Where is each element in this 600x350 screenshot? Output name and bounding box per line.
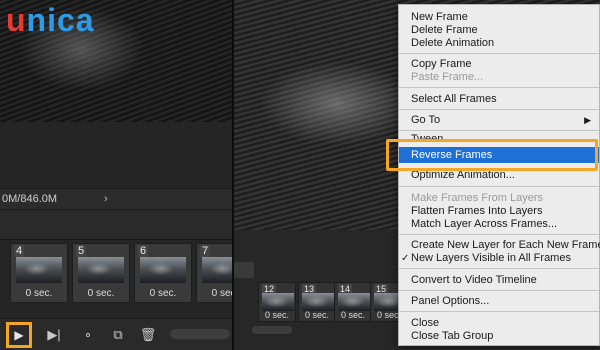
frame-thumbnail <box>78 257 124 283</box>
frame-strip: 4 0 sec. 5 0 sec. 6 0 sec. 7 0 sec. <box>0 243 232 303</box>
frame-thumbnail <box>302 293 334 311</box>
menu-separator <box>399 234 599 235</box>
unica-logo: unica <box>6 2 95 39</box>
timeline-scrollbar[interactable] <box>252 326 292 334</box>
frame-delay[interactable]: 0 sec. <box>73 288 129 299</box>
animation-frame[interactable]: 13 0 sec. <box>298 282 336 322</box>
animation-frame[interactable]: 7 0 sec. <box>196 243 232 303</box>
menu-separator <box>399 109 599 110</box>
timeline-control[interactable] <box>234 262 254 278</box>
frame-thumbnail <box>262 293 294 311</box>
menu-separator <box>399 53 599 54</box>
frame-thumbnail <box>338 293 370 311</box>
menu-item-close[interactable]: Close <box>399 317 599 330</box>
logo-letter-u: u <box>6 2 27 38</box>
reverse-frames-highlight <box>386 139 598 171</box>
menu-separator <box>399 268 599 269</box>
frame-delay[interactable]: 0 sec. <box>259 310 295 320</box>
delete-frame-button[interactable]: 🗑 <box>138 325 158 345</box>
frame-number: 4 <box>14 245 25 257</box>
tween-button[interactable]: ∘ <box>78 325 98 345</box>
tween-icon: ∘ <box>83 327 93 342</box>
trash-icon: 🗑 <box>139 327 157 342</box>
submenu-arrow-icon: ▶ <box>584 115 591 125</box>
new-layers-visible-label: New Layers Visible in All Frames <box>411 252 571 264</box>
frame-thumbnail <box>140 257 186 283</box>
memory-status: 0M/846.0M <box>2 193 58 205</box>
menu-item-flatten-frames[interactable]: Flatten Frames Into Layers <box>399 205 599 218</box>
menu-item-create-new-layer[interactable]: Create New Layer for Each New Frame <box>399 239 600 252</box>
animation-frame[interactable]: 5 0 sec. <box>72 243 130 303</box>
play-icon: ▶ <box>14 328 24 342</box>
status-chevron-icon[interactable]: › <box>104 189 108 209</box>
menu-item-close-tab-group[interactable]: Close Tab Group <box>399 330 599 343</box>
frame-number: 5 <box>76 245 87 257</box>
new-frame-icon: ⧉ <box>113 327 123 342</box>
menu-item-go-to[interactable]: Go To ▶ <box>399 114 599 127</box>
left-animation-panel: unica 0M/846.0M › 4 0 sec. 5 0 sec. 6 0 … <box>0 0 232 350</box>
timeline-panel-menu: New Frame Delete Frame Delete Animation … <box>398 4 600 346</box>
frame-thumbnail <box>202 257 232 283</box>
frame-delay[interactable]: 0 sec. <box>197 288 232 299</box>
menu-item-match-layer[interactable]: Match Layer Across Frames... <box>399 218 599 231</box>
step-forward-icon: ▶| <box>47 327 61 342</box>
next-frame-button[interactable]: ▶| <box>44 325 64 345</box>
menu-separator <box>399 290 599 291</box>
frame-number: 6 <box>138 245 149 257</box>
frame-delay[interactable]: 0 sec. <box>335 310 371 320</box>
menu-item-copy-frame[interactable]: Copy Frame <box>399 58 599 71</box>
frame-delay[interactable]: 0 sec. <box>135 288 191 299</box>
timeline-scrollbar[interactable] <box>170 329 230 339</box>
frame-thumbnail <box>16 257 62 283</box>
animation-frame[interactable]: 12 0 sec. <box>258 282 296 322</box>
frame-delay[interactable]: 0 sec. <box>11 288 67 299</box>
menu-item-paste-frame: Paste Frame... <box>411 71 484 83</box>
menu-separator <box>399 87 599 88</box>
menu-item-delete-animation[interactable]: Delete Animation <box>399 37 599 50</box>
menu-item-new-layers-visible[interactable]: ✓ New Layers Visible in All Frames <box>399 252 599 265</box>
go-to-label: Go To <box>411 114 441 126</box>
animation-frame[interactable]: 6 0 sec. <box>134 243 192 303</box>
menu-separator <box>399 130 599 131</box>
duplicate-frame-button[interactable]: ⧉ <box>108 325 128 345</box>
menu-item-new-frame[interactable]: New Frame <box>399 11 599 24</box>
document-status-bar: 0M/846.0M › <box>0 188 232 210</box>
menu-separator <box>399 186 599 187</box>
checkmark-icon: ✓ <box>401 253 410 264</box>
animation-frame[interactable]: 4 0 sec. <box>10 243 68 303</box>
menu-item-convert-to-video[interactable]: Convert to Video Timeline <box>399 274 599 287</box>
play-button[interactable]: ▶ <box>6 322 32 348</box>
animation-frame[interactable]: 14 0 sec. <box>334 282 372 322</box>
menu-item-delete-frame[interactable]: Delete Frame <box>399 24 599 37</box>
frame-delay[interactable]: 0 sec. <box>299 310 335 320</box>
menu-separator <box>399 311 599 312</box>
menu-item-panel-options[interactable]: Panel Options... <box>399 295 599 308</box>
logo-text: nica <box>26 2 95 38</box>
menu-item-select-all-frames[interactable]: Select All Frames <box>399 93 599 106</box>
animation-toolbar: ▶ ▶| ∘ ⧉ 🗑 <box>0 318 232 350</box>
frame-number: 7 <box>200 245 211 257</box>
timeline-header <box>0 210 232 240</box>
menu-item-make-frames-from-layers: Make Frames From Layers <box>411 192 544 204</box>
